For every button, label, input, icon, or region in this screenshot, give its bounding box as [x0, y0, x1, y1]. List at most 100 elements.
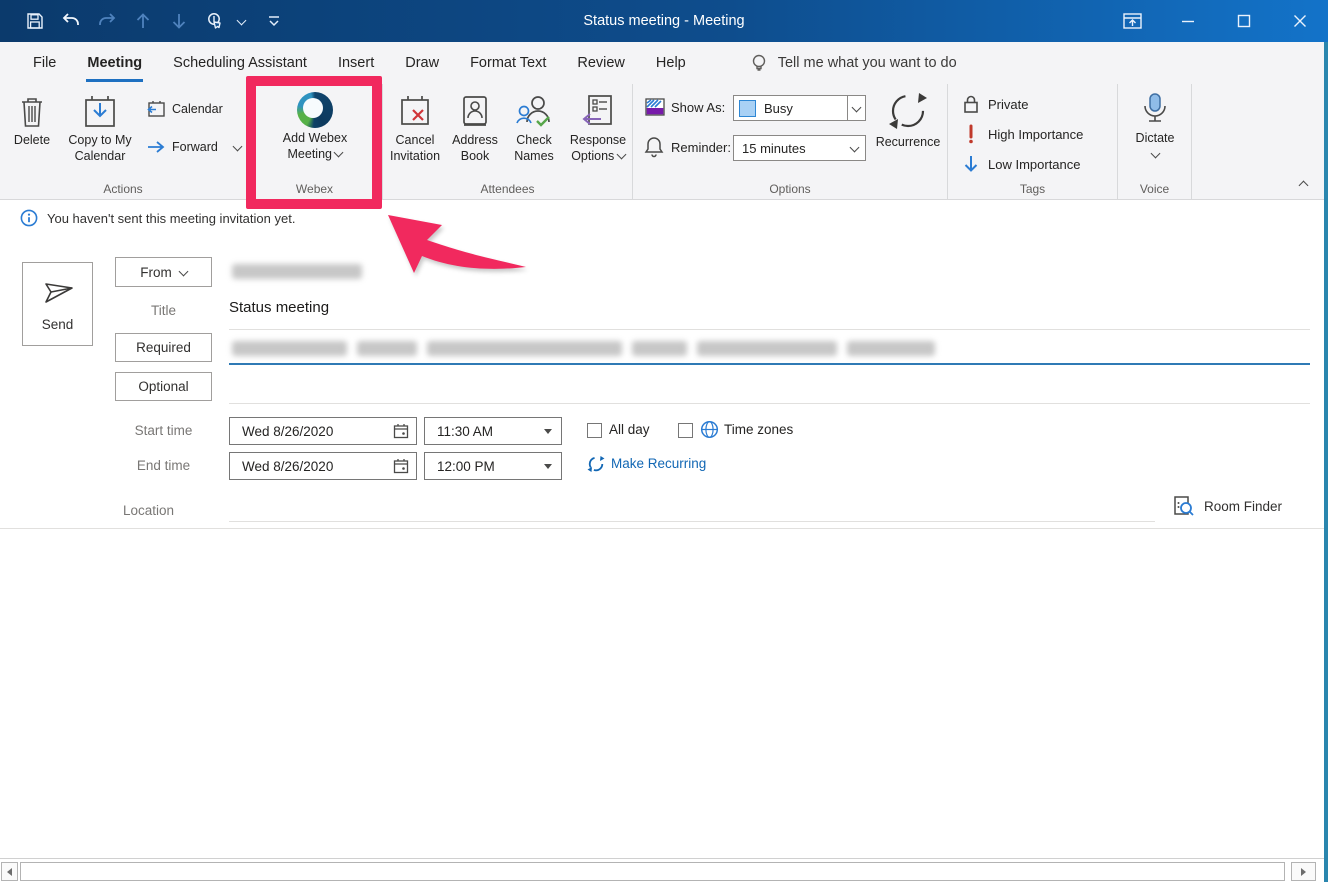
- date-picker-icon: [393, 423, 409, 439]
- window-controls: [1104, 0, 1328, 42]
- title-field-value[interactable]: Status meeting: [229, 299, 329, 316]
- location-field-underline[interactable]: [229, 521, 1155, 522]
- room-finder-button[interactable]: Room Finder: [1173, 495, 1282, 517]
- dictate-button[interactable]: Dictate: [1118, 90, 1192, 159]
- touch-mode-chevron-icon[interactable]: [236, 15, 247, 25]
- check-names-icon: [515, 92, 553, 132]
- optional-button[interactable]: Optional: [115, 372, 212, 401]
- tab-review[interactable]: Review: [576, 45, 626, 82]
- calendar-button[interactable]: Calendar: [146, 100, 223, 118]
- ribbon-filler: [1192, 84, 1328, 199]
- move-up-icon[interactable]: [130, 8, 156, 34]
- date-picker-icon: [393, 458, 409, 474]
- copy-to-my-calendar-button[interactable]: Copy to My Calendar: [56, 92, 144, 164]
- copy-to-calendar-icon: [82, 92, 118, 132]
- redacted-attendee: [632, 341, 687, 356]
- tell-me-search[interactable]: Tell me what you want to do: [750, 53, 957, 73]
- dropdown-arrow-icon: [544, 463, 552, 469]
- cancel-invitation-button[interactable]: Cancel Invitation: [385, 92, 445, 164]
- scroll-right-icon: [1301, 867, 1306, 876]
- title-bar: Status meeting - Meeting: [0, 0, 1328, 42]
- ribbon: Delete Copy to My Calendar Calendar Forw…: [0, 84, 1328, 200]
- show-as-combo[interactable]: Busy: [733, 95, 848, 121]
- group-label-options: Options: [769, 182, 811, 196]
- high-importance-button[interactable]: High Importance: [962, 124, 1083, 144]
- ribbon-display-options-button[interactable]: [1104, 0, 1160, 42]
- end-time-label: End time: [136, 458, 191, 473]
- show-as-icon: [645, 98, 665, 116]
- end-time-dropdown[interactable]: 12:00 PM: [424, 452, 562, 480]
- group-label-actions: Actions: [103, 182, 143, 196]
- title-field-underline: [229, 329, 1310, 330]
- scrollbar-thumb[interactable]: [20, 862, 1285, 881]
- send-plane-icon: [41, 277, 75, 307]
- cancel-invitation-icon: [397, 92, 433, 132]
- show-as-dropdown-button[interactable]: [847, 95, 866, 121]
- forward-button[interactable]: Forward: [146, 140, 243, 154]
- redo-icon[interactable]: [94, 8, 120, 34]
- all-day-checkbox[interactable]: [587, 423, 602, 438]
- lock-icon: [962, 94, 980, 114]
- save-icon[interactable]: [22, 8, 48, 34]
- start-date-picker[interactable]: Wed 8/26/2020: [229, 417, 417, 445]
- ribbon-group-options: Show As: Busy Reminder: 15 minutes Recur…: [633, 84, 948, 199]
- tell-me-label: Tell me what you want to do: [777, 55, 957, 71]
- reminder-combo[interactable]: 15 minutes: [733, 135, 866, 161]
- redacted-attendee: [427, 341, 622, 356]
- tab-format-text[interactable]: Format Text: [469, 45, 547, 82]
- globe-icon: [700, 420, 719, 439]
- address-book-button[interactable]: Address Book: [447, 92, 503, 164]
- check-names-button[interactable]: Check Names: [505, 92, 563, 164]
- quick-access-toolbar: [0, 8, 287, 34]
- dictate-microphone-icon: [1139, 90, 1171, 130]
- group-label-voice: Voice: [1139, 182, 1170, 196]
- end-date-picker[interactable]: Wed 8/26/2020: [229, 452, 417, 480]
- low-importance-button[interactable]: Low Importance: [962, 154, 1081, 174]
- reminder-bell-icon: [644, 136, 664, 158]
- close-button[interactable]: [1272, 0, 1328, 42]
- meeting-form: You haven't sent this meeting invitation…: [0, 200, 1328, 858]
- forward-chevron-icon[interactable]: [232, 141, 243, 151]
- annotation-arrow: [388, 215, 526, 273]
- ribbon-group-attendees: Cancel Invitation Address Book Check Nam…: [383, 84, 633, 199]
- tab-meeting[interactable]: Meeting: [86, 45, 144, 82]
- minimize-button[interactable]: [1160, 0, 1216, 42]
- maximize-button[interactable]: [1216, 0, 1272, 42]
- dropdown-arrow-icon: [544, 428, 552, 434]
- recurrence-button[interactable]: Recurrence: [871, 88, 945, 150]
- make-recurring-link[interactable]: Make Recurring: [611, 456, 706, 471]
- info-icon: [20, 209, 38, 227]
- forward-arrow-icon: [146, 140, 166, 154]
- window-right-edge: [1324, 42, 1328, 882]
- ribbon-group-voice: Dictate Voice: [1118, 84, 1192, 199]
- time-zones-checkbox[interactable]: [678, 423, 693, 438]
- make-recurring-icon: [587, 455, 605, 473]
- private-button[interactable]: Private: [962, 94, 1028, 114]
- undo-icon[interactable]: [58, 8, 84, 34]
- response-options-button[interactable]: Response Options: [565, 92, 631, 164]
- required-button[interactable]: Required: [115, 333, 212, 362]
- scroll-left-icon: [7, 867, 12, 876]
- redacted-attendee: [232, 341, 347, 356]
- horizontal-scrollbar[interactable]: [0, 858, 1328, 882]
- delete-button[interactable]: Delete: [8, 92, 56, 148]
- tab-file[interactable]: File: [32, 45, 57, 82]
- scroll-left-button[interactable]: [1, 862, 18, 881]
- ribbon-group-tags: Private High Importance Low Importance T…: [948, 84, 1118, 199]
- dictate-chevron-icon: [1150, 148, 1160, 159]
- tab-draw[interactable]: Draw: [404, 45, 440, 82]
- collapse-ribbon-button[interactable]: [1294, 177, 1312, 191]
- busy-status-swatch: [739, 99, 756, 117]
- chevron-down-icon: [851, 102, 862, 112]
- info-bar: You haven't sent this meeting invitation…: [20, 209, 295, 227]
- send-button[interactable]: Send: [22, 262, 93, 346]
- customize-qat-icon[interactable]: [261, 8, 287, 34]
- move-down-icon[interactable]: [166, 8, 192, 34]
- tab-help[interactable]: Help: [655, 45, 687, 82]
- touch-mouse-mode-icon[interactable]: [202, 8, 228, 34]
- response-options-chevron-icon: [616, 149, 627, 160]
- from-button[interactable]: From: [115, 257, 212, 287]
- start-time-dropdown[interactable]: 11:30 AM: [424, 417, 562, 445]
- scroll-right-button[interactable]: [1291, 862, 1316, 881]
- form-divider: [0, 528, 1328, 529]
